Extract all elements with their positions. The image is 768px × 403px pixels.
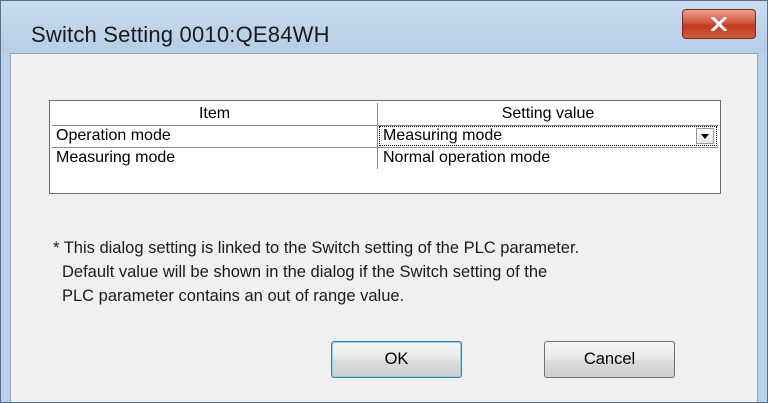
window-title: Switch Setting 0010:QE84WH: [31, 22, 330, 47]
close-button[interactable]: [682, 9, 756, 39]
table-row: Operation mode Measuring mode: [52, 125, 718, 148]
close-icon: [711, 17, 727, 31]
info-note: * This dialog setting is linked to the S…: [53, 236, 733, 308]
header-setting-value: Setting value: [378, 103, 718, 125]
dialog-window: Switch Setting 0010:QE84WH Item Setting …: [0, 0, 768, 403]
dropdown-arrow-button[interactable]: [696, 128, 714, 144]
title-bar[interactable]: Switch Setting 0010:QE84WH: [1, 1, 767, 53]
note-line-2: Default value will be shown in the dialo…: [62, 263, 548, 281]
operation-mode-value: Measuring mode: [383, 127, 503, 144]
header-item: Item: [52, 103, 378, 125]
table-row: Measuring mode Normal operation mode: [52, 147, 718, 169]
settings-grid: Item Setting value Operation mode Measur…: [49, 100, 721, 194]
measuring-mode-value[interactable]: Normal operation mode: [378, 147, 718, 169]
grid-header-row: Item Setting value: [52, 103, 718, 126]
row-label-measuring-mode: Measuring mode: [52, 147, 378, 169]
chevron-down-icon: [701, 133, 709, 139]
dialog-content: Item Setting value Operation mode Measur…: [10, 53, 758, 402]
ok-button[interactable]: OK: [331, 341, 462, 378]
operation-mode-cell[interactable]: Measuring mode: [378, 125, 718, 147]
row-label-operation-mode: Operation mode: [52, 125, 378, 147]
note-line-1: * This dialog setting is linked to the S…: [53, 239, 580, 257]
cancel-button[interactable]: Cancel: [544, 341, 675, 378]
note-line-3: PLC parameter contains an out of range v…: [62, 287, 405, 305]
operation-mode-dropdown[interactable]: Measuring mode: [379, 126, 717, 146]
